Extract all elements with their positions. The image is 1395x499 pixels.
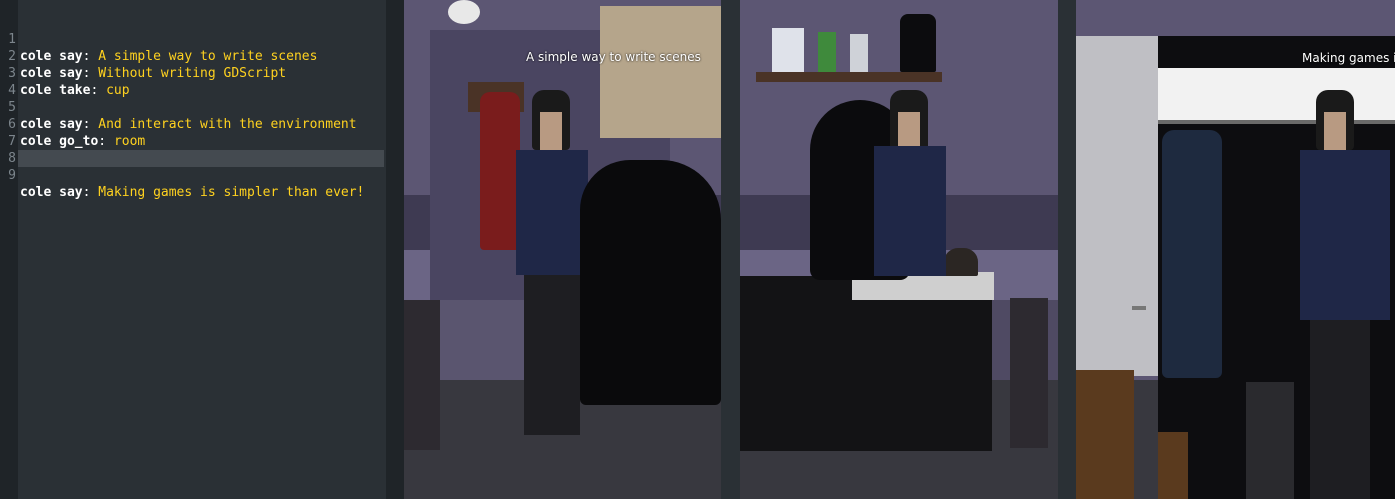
code-line-4[interactable]: 4 (0, 65, 386, 98)
line-number: 9 (8, 168, 16, 183)
bar-stool (404, 300, 440, 450)
bar-stool (1010, 298, 1048, 448)
code-line-9-current[interactable]: 9 cole say: Making games is simpler than… (8, 150, 384, 200)
script-editor[interactable]: 1 cole say: A simple way to write scenes… (0, 0, 386, 499)
code-line-8[interactable]: 8 (0, 133, 386, 166)
cole-character (1296, 90, 1395, 499)
code-line-3[interactable]: 3 cole take: cup (0, 48, 386, 98)
dialogue-caption-3: Making games is (1302, 51, 1395, 65)
game-screen: 1 cole say: A simple way to write scenes… (0, 0, 1395, 499)
wall-map-poster (600, 6, 721, 138)
cardboard-box (1076, 370, 1134, 499)
cole-character (870, 90, 950, 290)
dialogue-caption-1: A simple way to write scenes (526, 50, 701, 64)
shelf-bottle-white (850, 34, 868, 72)
scene-panel-hallway: A simple way to write scenes (404, 0, 721, 499)
code-line-1[interactable]: 1 cole say: A simple way to write scenes (0, 14, 386, 64)
wall-shelf (756, 72, 942, 82)
scene-panel-kitchen (740, 0, 1058, 499)
ceiling-light (448, 0, 480, 24)
shelf-bottle-green (818, 32, 836, 72)
shelf-jar (772, 28, 804, 72)
cardboard-box (1158, 432, 1188, 499)
code-line-5[interactable]: 5 cole say: And interact with the enviro… (0, 82, 386, 132)
hanging-jacket (1162, 130, 1222, 378)
door-handle[interactable] (1132, 306, 1146, 310)
black-cat (900, 14, 936, 72)
code-line-6[interactable]: 6 cole go_to: room (0, 99, 386, 149)
pc-tower (1246, 382, 1294, 499)
editor-divider (386, 0, 404, 499)
line-number: 8 (8, 151, 16, 166)
kitchen-counter (740, 276, 992, 451)
shadow-figure (580, 160, 721, 405)
actor: cole (20, 185, 52, 200)
scene-panel-wardrobe: Making games is (1076, 0, 1395, 499)
command: say (59, 185, 83, 200)
argument: Making games is simpler than ever! (98, 185, 365, 200)
code-line-7[interactable]: 7 cole open: wardrobe (0, 116, 386, 166)
panel-divider (1058, 0, 1076, 499)
code-line-2[interactable]: 2 cole say: Without writing GDScript (0, 31, 386, 81)
panel-divider (721, 0, 740, 499)
wardrobe-door[interactable] (1076, 36, 1158, 376)
